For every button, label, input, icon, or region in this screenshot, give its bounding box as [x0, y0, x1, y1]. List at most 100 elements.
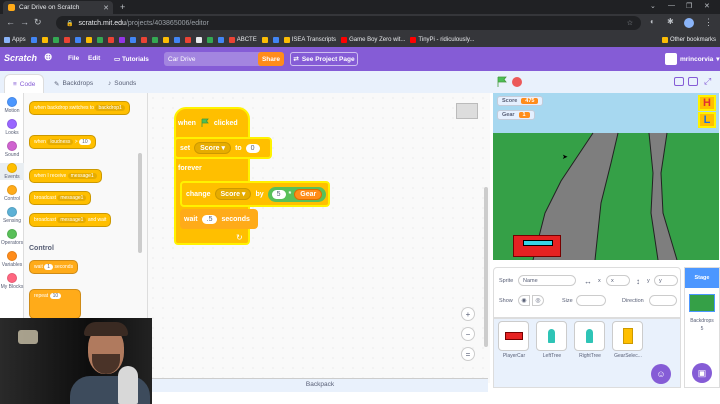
sprite-thumb-playercar[interactable]	[498, 321, 529, 351]
palette-repeat-block[interactable]: repeat 10	[29, 289, 81, 319]
category-variables[interactable]: Variables	[0, 251, 24, 268]
bookmark-icon[interactable]	[261, 36, 268, 43]
show-hidden-icon[interactable]: ◎	[532, 295, 544, 306]
category-my-blocks[interactable]: My Blocks	[0, 273, 24, 290]
backdrop-dropdown[interactable]: backdrop1	[95, 105, 125, 111]
bookmark-apps[interactable]: Apps	[4, 36, 26, 43]
tab-code[interactable]: ≡ Code	[4, 74, 45, 93]
bookmark-icon[interactable]	[151, 36, 158, 43]
bookmark-game-boy-zero[interactable]: Game Boy Zero wit...	[341, 36, 405, 43]
choose-sprite-icon[interactable]: ☺	[651, 364, 671, 384]
bookmark-icon[interactable]	[96, 36, 103, 43]
message-dropdown[interactable]: message1	[57, 217, 87, 223]
category-looks[interactable]: Looks	[0, 119, 24, 136]
palette-broadcast-wait-block[interactable]: broadcast message1 and wait	[29, 213, 112, 227]
bookmark-icon[interactable]	[30, 36, 37, 43]
operand-input[interactable]: 5	[271, 189, 286, 199]
puzzle-icon[interactable]: ✱	[667, 17, 674, 26]
wait-block[interactable]: wait .5 seconds	[180, 209, 258, 229]
set-variable-block[interactable]: set Score ▾ to 0	[174, 137, 272, 159]
extension-icon[interactable]: ◐	[650, 17, 655, 26]
bookmark-icon[interactable]	[162, 36, 169, 43]
choose-backdrop-icon[interactable]: ▣	[692, 363, 712, 383]
bookmark-star-icon[interactable]: ☆	[627, 19, 633, 27]
score-monitor[interactable]: Score 475	[497, 96, 544, 106]
backpack-bar[interactable]: Backpack	[152, 378, 488, 392]
fullscreen-icon[interactable]: ⤢	[704, 76, 711, 87]
bookmark-icon[interactable]	[206, 36, 213, 43]
bookmark-icon[interactable]	[272, 36, 279, 43]
x-input[interactable]: x	[606, 275, 630, 286]
category-events[interactable]: Events	[0, 163, 24, 180]
sprite-thumb-righttree[interactable]	[574, 321, 605, 351]
bookmark-icon[interactable]	[118, 36, 125, 43]
bookmark-icon[interactable]	[217, 36, 224, 43]
variable-dropdown[interactable]: Score ▾	[194, 142, 232, 154]
palette-scrollbar[interactable]	[138, 153, 142, 253]
tab-backdrops[interactable]: ✎ Backdrops	[46, 74, 101, 93]
variable-dropdown[interactable]: Score ▾	[214, 188, 252, 200]
see-project-page-button[interactable]: ⇄ See Project Page	[290, 52, 358, 66]
sprite-thumb-gearselector[interactable]	[612, 321, 643, 351]
category-sensing[interactable]: Sensing	[0, 207, 24, 224]
bookmark-icon[interactable]	[52, 36, 59, 43]
chevron-down-icon[interactable]: ⌄	[650, 2, 656, 10]
player-car-sprite[interactable]	[513, 235, 561, 257]
y-input[interactable]: y	[654, 275, 678, 286]
bookmark-icon[interactable]	[107, 36, 114, 43]
stop-icon[interactable]	[512, 77, 522, 87]
address-bar[interactable]: 🔒 scratch.mit.edu/projects/403865006/edi…	[56, 16, 641, 30]
palette-when-greater-block[interactable]: when loudness > 10	[29, 135, 96, 149]
green-flag-icon[interactable]	[496, 76, 508, 88]
bookmark-icon[interactable]	[173, 36, 180, 43]
multiply-operator-block[interactable]: 5 * Gear	[267, 186, 327, 202]
stage-target-panel[interactable]: Stage Backdrops 5 ▣	[684, 267, 720, 388]
number-input[interactable]: 10	[49, 293, 62, 299]
maximize-icon[interactable]: ❐	[686, 2, 692, 10]
message-dropdown[interactable]: message1	[57, 195, 87, 201]
tab-sounds[interactable]: ♪ Sounds	[100, 74, 144, 93]
sensor-dropdown[interactable]: loudness	[47, 139, 74, 145]
scratch-logo[interactable]: Scratch	[4, 53, 37, 63]
close-tab-icon[interactable]: ✕	[103, 4, 109, 12]
number-input[interactable]: 1	[44, 264, 54, 270]
bookmark-icon[interactable]	[184, 36, 191, 43]
zoom-in-button[interactable]: +	[461, 307, 475, 321]
profile-avatar[interactable]	[684, 18, 694, 28]
bookmark-icon[interactable]	[85, 36, 92, 43]
bookmark-icon[interactable]	[129, 36, 136, 43]
user-menu[interactable]: mrincorvia ▾	[665, 53, 720, 65]
gear-monitor[interactable]: Gear 1	[497, 110, 535, 120]
forward-icon[interactable]: →	[20, 17, 29, 27]
bookmark-icon[interactable]	[63, 36, 70, 43]
browser-tab[interactable]: Car Drive on Scratch ✕	[3, 1, 113, 14]
category-sound[interactable]: Sound	[0, 141, 24, 158]
category-control[interactable]: Control	[0, 185, 24, 202]
bookmark-icon[interactable]	[74, 36, 81, 43]
back-icon[interactable]: ←	[6, 17, 15, 27]
share-button[interactable]: Share	[258, 52, 284, 66]
gear-variable-reporter[interactable]: Gear	[294, 188, 323, 200]
change-variable-block[interactable]: change Score ▾ by 5 * Gear	[180, 181, 330, 207]
bookmark-tinypi[interactable]: TinyPi - ridiculously...	[410, 36, 474, 43]
globe-icon[interactable]: ⊕	[44, 52, 52, 63]
forever-block[interactable]: forever	[174, 159, 202, 177]
sprite-name-input[interactable]: Name	[518, 275, 576, 286]
palette-wait-block[interactable]: wait 1 seconds	[29, 260, 79, 274]
bookmark-icon[interactable]	[41, 36, 48, 43]
reload-icon[interactable]: ↻	[34, 17, 42, 28]
category-motion[interactable]: Motion	[0, 97, 24, 114]
small-stage-icon[interactable]	[674, 77, 684, 86]
bookmark-icon[interactable]	[195, 36, 202, 43]
show-visible-icon[interactable]: ◉	[518, 295, 530, 306]
large-stage-icon[interactable]	[688, 77, 698, 86]
palette-when-backdrop-block[interactable]: when backdrop switches to backdrop1	[29, 101, 130, 115]
close-window-icon[interactable]: ✕	[704, 2, 710, 10]
number-input[interactable]: 10	[79, 139, 91, 145]
direction-input[interactable]	[649, 295, 677, 306]
when-flag-clicked-block[interactable]: when clicked	[174, 111, 238, 135]
bookmark-isea-transcripts[interactable]: ISEA Transcripts	[283, 36, 336, 43]
bookmark-icon[interactable]	[140, 36, 147, 43]
message-dropdown[interactable]: message1	[67, 173, 97, 179]
bookmark-other[interactable]: Other bookmarks	[661, 36, 716, 43]
